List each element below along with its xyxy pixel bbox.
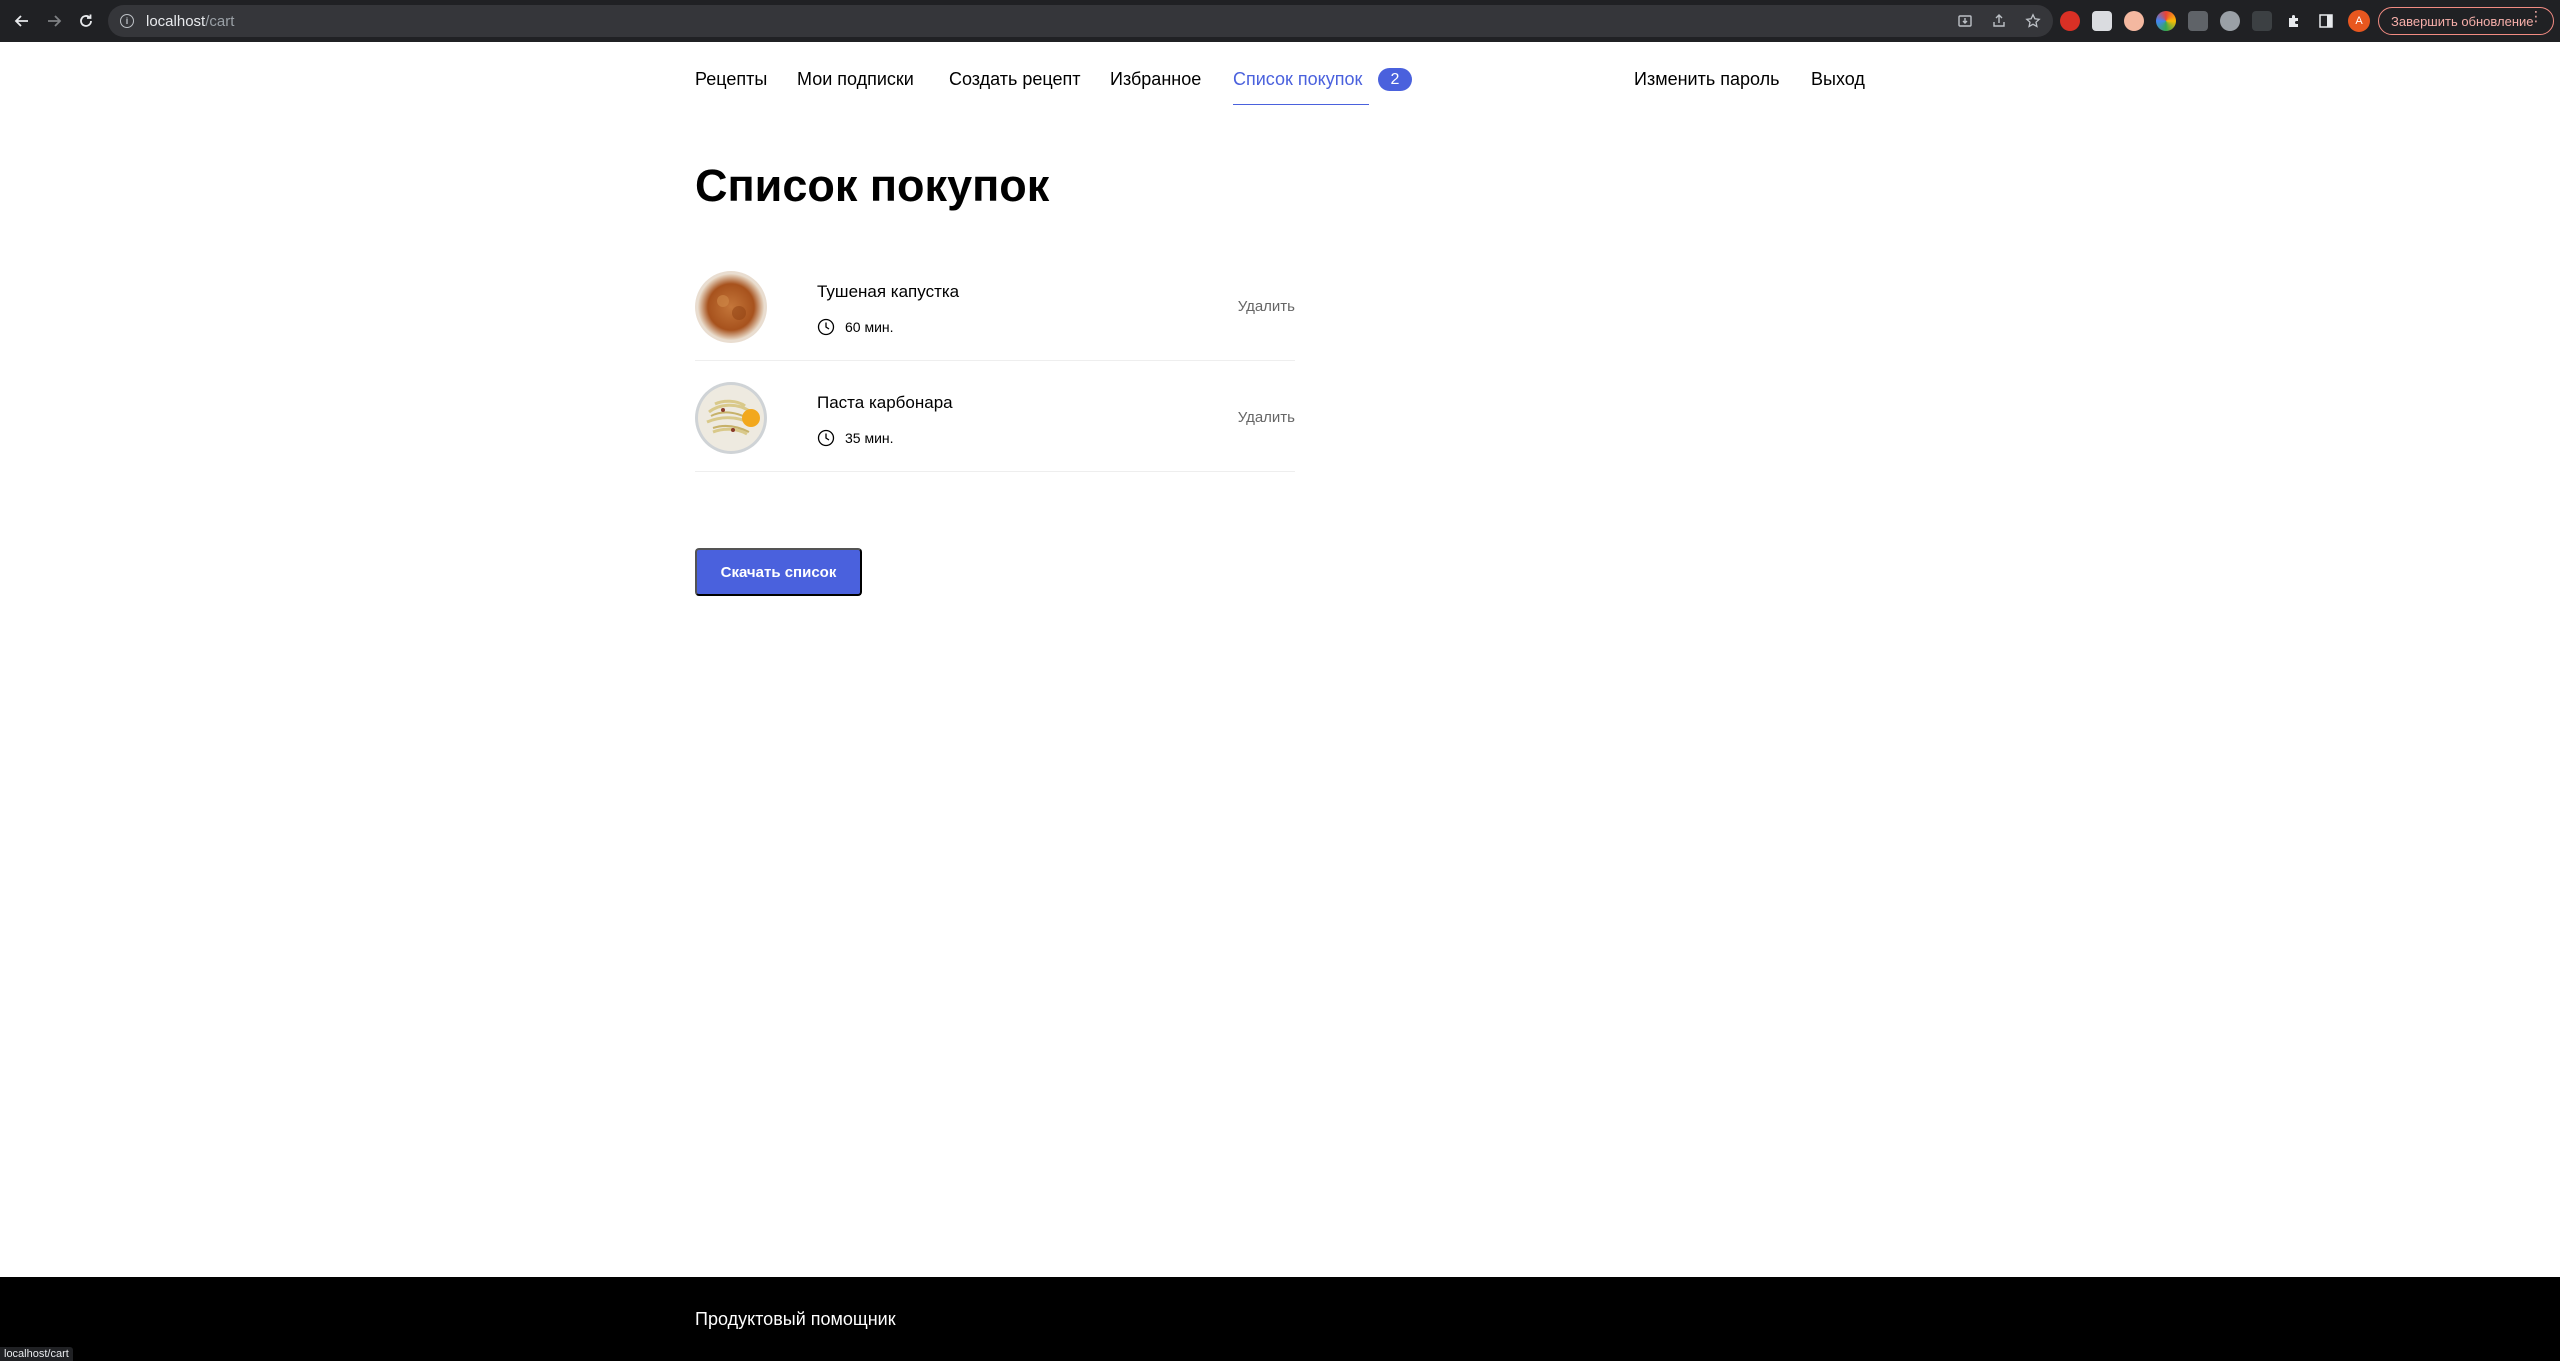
nav-recipes[interactable]: Рецепты [695, 69, 767, 90]
recipe-image[interactable] [695, 271, 767, 343]
menu-dots-icon[interactable]: ⋮ [2529, 9, 2543, 23]
url-text[interactable]: localhost/cart [146, 13, 234, 30]
clock-icon [817, 318, 835, 336]
recipe-title[interactable]: Паста карбонара [817, 393, 953, 413]
site-header-nav: Рецепты Мои подписки Создать рецепт Избр… [0, 42, 2560, 118]
footer-brand[interactable]: Продуктовый помощник [695, 1309, 896, 1330]
download-list-button[interactable]: Скачать список [695, 548, 862, 596]
nav-create-recipe[interactable]: Создать рецепт [949, 69, 1081, 90]
recipe-title[interactable]: Тушеная капустка [817, 282, 959, 302]
extension-face-icon[interactable] [2124, 11, 2144, 31]
extensions-bar: A [2060, 0, 2370, 42]
extension-gray-icon[interactable] [2092, 11, 2112, 31]
side-panel-icon[interactable] [2316, 11, 2336, 31]
share-icon[interactable] [1989, 11, 2009, 31]
install-app-icon[interactable] [1955, 11, 1975, 31]
remove-button[interactable]: Удалить [1238, 409, 1295, 426]
browser-toolbar: i localhost/cart A Завершить обновление … [0, 0, 2560, 42]
extension-red-icon[interactable] [2060, 11, 2080, 31]
cook-time-text: 60 мин. [845, 319, 894, 335]
reload-icon[interactable] [70, 5, 102, 37]
shopping-count-badge: 2 [1378, 68, 1412, 91]
forward-icon[interactable] [38, 5, 70, 37]
nav-subscriptions[interactable]: Мои подписки [797, 69, 914, 90]
finish-update-button[interactable]: Завершить обновление ⋮ [2378, 7, 2554, 35]
bookmark-star-icon[interactable] [2023, 11, 2043, 31]
omnibox-actions [1955, 5, 2043, 37]
profile-avatar[interactable]: A [2348, 10, 2370, 32]
cook-time: 35 мин. [817, 429, 894, 447]
nav-favorites[interactable]: Избранное [1110, 69, 1201, 90]
recipe-image[interactable] [695, 382, 767, 454]
cook-time-text: 35 мин. [845, 430, 894, 446]
list-item: Тушеная капустка 60 мин. Удалить [695, 250, 1295, 361]
list-item: Паста карбонара 35 мин. Удалить [695, 361, 1295, 472]
clock-icon [817, 429, 835, 447]
extension-color-icon[interactable] [2156, 11, 2176, 31]
site-info-icon[interactable]: i [120, 14, 134, 28]
extension-feather-icon[interactable] [2252, 11, 2272, 31]
status-bar-url: localhost/cart [0, 1347, 73, 1361]
nav-change-password[interactable]: Изменить пароль [1634, 69, 1779, 90]
page-title: Список покупок [695, 160, 1050, 211]
address-bar[interactable]: i localhost/cart [108, 5, 2053, 37]
extension-table-icon[interactable] [2188, 11, 2208, 31]
extension-globe-icon[interactable] [2220, 11, 2240, 31]
cook-time: 60 мин. [817, 318, 894, 336]
active-tab-underline [1233, 104, 1369, 105]
puzzle-extensions-icon[interactable] [2284, 11, 2304, 31]
browser-nav-buttons [6, 5, 102, 37]
nav-shopping-list[interactable]: Список покупок [1233, 69, 1362, 90]
shopping-list: Тушеная капустка 60 мин. Удалить Паста к… [695, 250, 1295, 472]
site-footer: Продуктовый помощник [0, 1277, 2560, 1361]
back-icon[interactable] [6, 5, 38, 37]
remove-button[interactable]: Удалить [1238, 298, 1295, 315]
nav-logout[interactable]: Выход [1811, 69, 1865, 90]
